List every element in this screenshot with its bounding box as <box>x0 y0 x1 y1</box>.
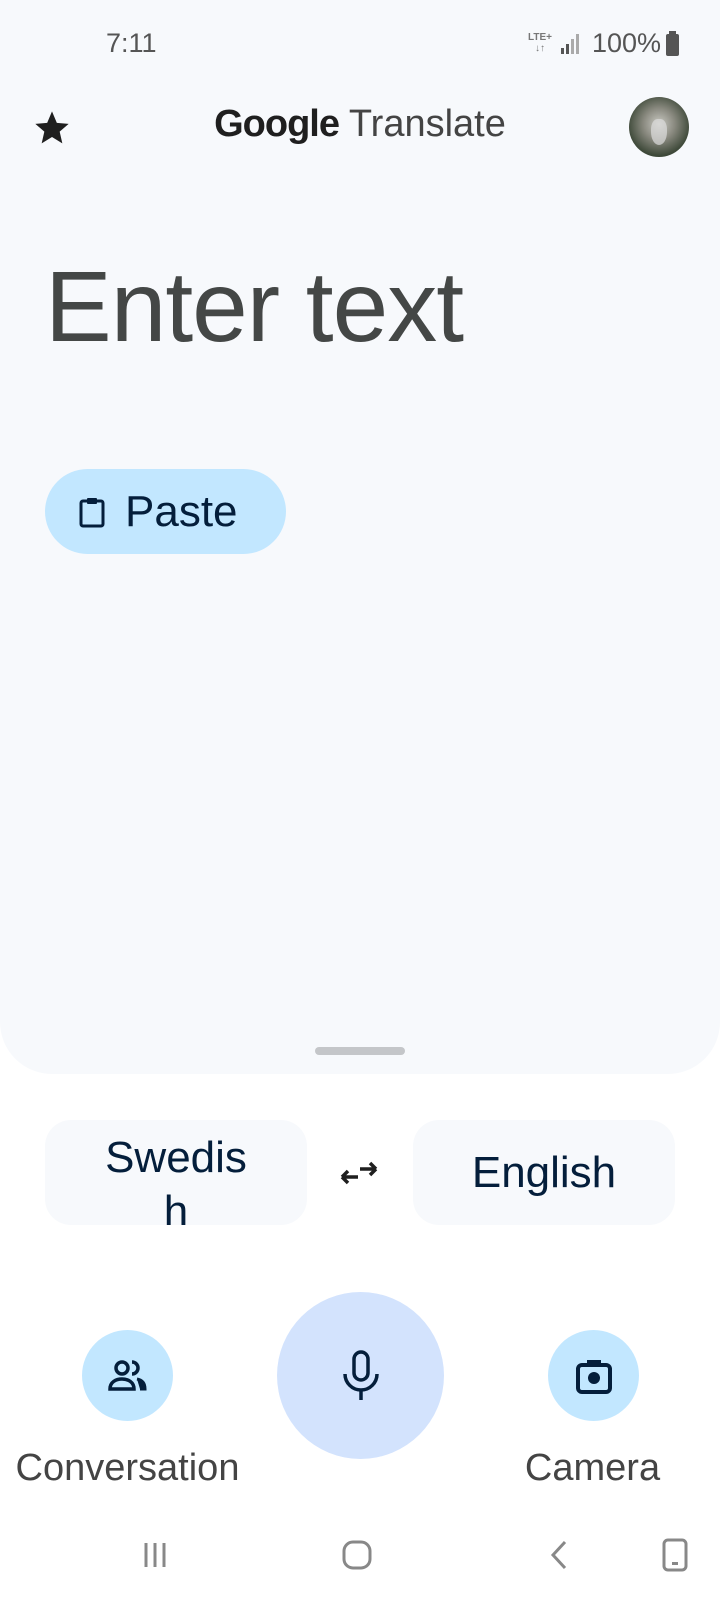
people-icon <box>107 1359 147 1391</box>
home-button[interactable] <box>337 1535 377 1575</box>
paste-button[interactable]: Paste <box>45 469 286 554</box>
clipboard-icon <box>79 497 105 527</box>
microphone-button[interactable] <box>277 1292 444 1459</box>
camera-icon <box>575 1359 612 1394</box>
logo-translate: Translate <box>348 103 506 145</box>
signal-icon <box>561 34 579 54</box>
drag-handle[interactable] <box>315 1047 405 1055</box>
network-indicator: LTE+ ↓↑ <box>528 32 552 54</box>
network-type: LTE+ <box>528 32 552 43</box>
recent-apps-button[interactable] <box>135 1535 175 1575</box>
conversation-label: Conversation <box>15 1447 240 1489</box>
swap-icon[interactable] <box>338 1153 380 1193</box>
logo-google: Google <box>214 103 340 145</box>
battery-icon <box>666 31 679 56</box>
home-icon <box>342 1540 372 1570</box>
app-logo: Google Translate <box>0 103 720 146</box>
source-language-button[interactable]: Swedish <box>45 1120 307 1225</box>
status-bar: 7:11 LTE+ ↓↑ 100% <box>0 0 720 90</box>
camera-label: Camera <box>524 1447 661 1489</box>
source-language-label: Swedish <box>105 1132 247 1226</box>
back-icon <box>550 1540 567 1570</box>
back-button[interactable] <box>540 1535 580 1575</box>
keyboard-toggle-button[interactable] <box>655 1535 695 1575</box>
status-time: 7:11 <box>106 28 157 58</box>
target-language-label: English <box>471 1147 617 1197</box>
target-language-button[interactable]: English <box>413 1120 675 1225</box>
battery-percent: 100% <box>592 28 662 58</box>
text-input[interactable]: Enter text <box>45 250 464 365</box>
conversation-button[interactable] <box>82 1330 173 1421</box>
camera-button[interactable] <box>548 1330 639 1421</box>
mic-icon <box>342 1349 379 1400</box>
phone-icon <box>662 1538 688 1572</box>
avatar[interactable] <box>629 97 689 157</box>
paste-label: Paste <box>125 486 238 536</box>
recent-apps-icon <box>144 1543 166 1567</box>
